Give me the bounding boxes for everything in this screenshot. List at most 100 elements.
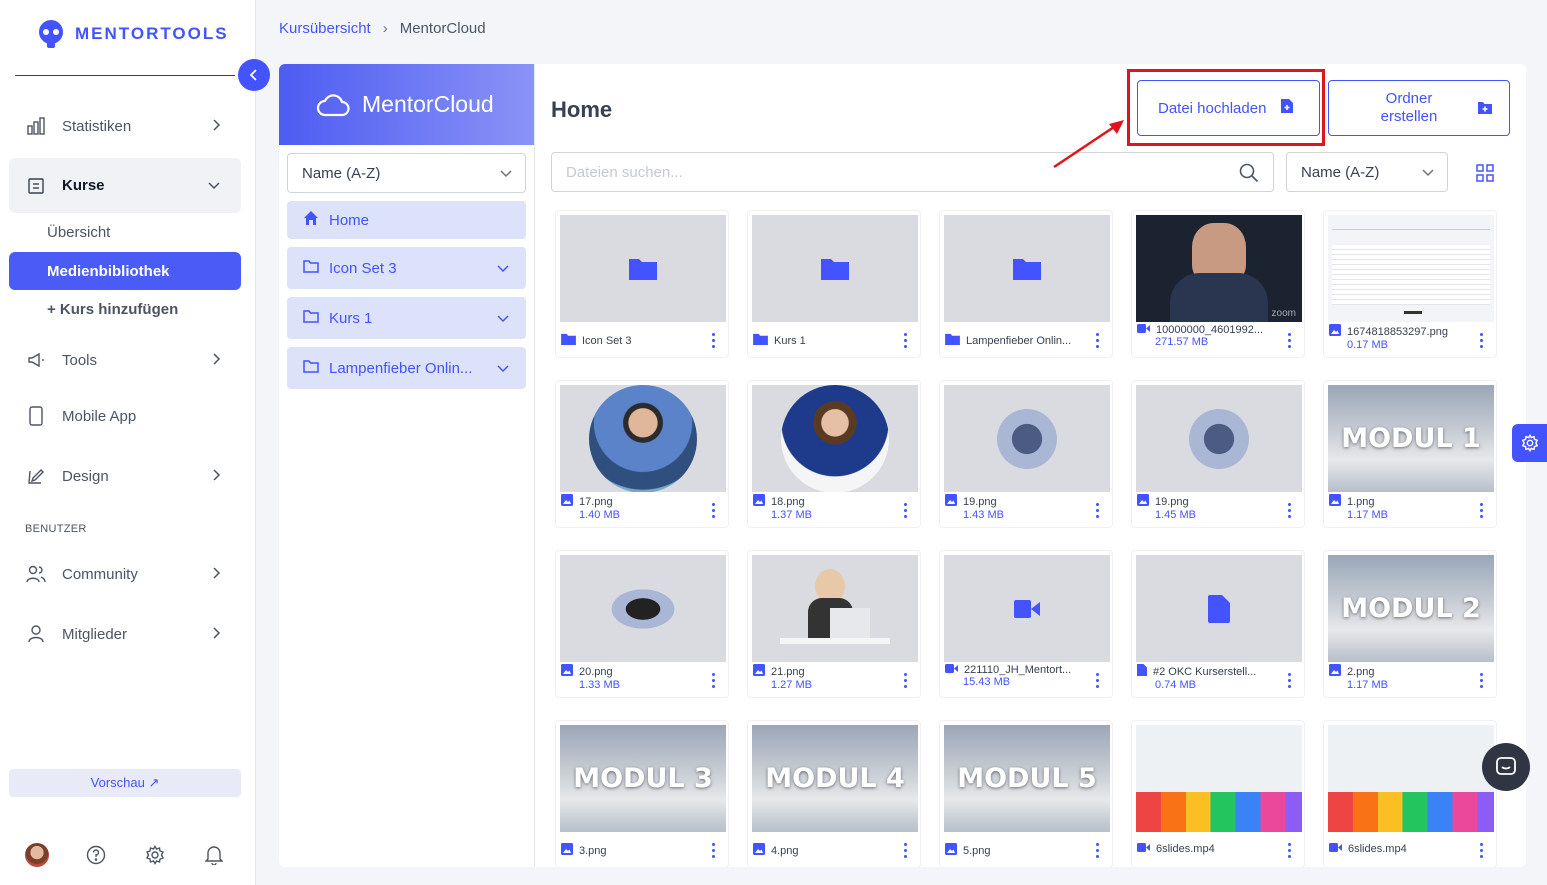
folder-sort-select[interactable]: Name (A-Z) [287, 153, 526, 193]
folder-lampenfieber[interactable]: Lampenfieber Onlin... [287, 347, 526, 389]
file-card[interactable]: MODUL 4 4.png [747, 720, 921, 867]
file-thumbnail[interactable] [560, 385, 726, 492]
file-card[interactable]: 6slides.mp4 [1323, 720, 1497, 867]
sidebar-subitem-uebersicht[interactable]: Übersicht [9, 213, 241, 251]
file-thumbnail[interactable] [1136, 555, 1302, 662]
file-size: 1.40 MB [579, 509, 620, 521]
file-card[interactable]: MODUL 5 5.png [939, 720, 1113, 867]
more-options-icon[interactable] [904, 843, 908, 858]
file-thumbnail[interactable] [944, 385, 1110, 492]
cloud-title: MentorCloud [362, 91, 494, 117]
file-card[interactable]: MODUL 1 1.png 1.17 MB [1323, 380, 1497, 528]
more-options-icon[interactable] [1096, 503, 1100, 518]
file-card[interactable]: 19.png 1.45 MB [1131, 380, 1305, 528]
file-thumbnail[interactable] [560, 215, 726, 322]
folder-kurs-1[interactable]: Kurs 1 [287, 297, 526, 339]
image-type-icon [753, 494, 765, 509]
create-folder-button[interactable]: Ordner erstellen [1328, 80, 1510, 136]
sidebar-item-design[interactable]: Design [9, 452, 241, 500]
file-card[interactable]: Lampenfieber Onlin... [939, 210, 1113, 358]
more-options-icon[interactable] [1480, 843, 1484, 858]
chevron-right-icon [211, 352, 221, 370]
brand-logo[interactable]: MENTORTOOLS [35, 18, 229, 50]
file-thumbnail[interactable] [1136, 385, 1302, 492]
more-options-icon[interactable] [1096, 843, 1100, 858]
more-options-icon[interactable] [1480, 503, 1484, 518]
sidebar-item-community[interactable]: Community [9, 550, 241, 598]
sidebar-item-statistiken[interactable]: Statistiken [9, 102, 241, 150]
file-thumbnail[interactable]: zoom [1136, 215, 1302, 322]
file-card[interactable]: 21.png 1.27 MB [747, 550, 921, 698]
file-thumbnail[interactable] [1328, 215, 1494, 322]
more-options-icon[interactable] [712, 503, 716, 518]
file-card[interactable]: 1674818853297.png 0.17 MB [1323, 210, 1497, 358]
search-input[interactable]: Dateien suchen... [551, 152, 1274, 192]
more-options-icon[interactable] [1480, 673, 1484, 688]
folder-icon-set-3[interactable]: Icon Set 3 [287, 247, 526, 289]
file-card[interactable]: zoom 10000000_4601992... 271.57 MB [1131, 210, 1305, 358]
sidebar-item-mobile-app[interactable]: Mobile App [9, 392, 241, 440]
file-card[interactable]: Icon Set 3 [555, 210, 729, 358]
chevron-down-icon[interactable] [496, 261, 510, 278]
sidebar-subitem-medienbibliothek[interactable]: Medienbibliothek [9, 252, 241, 290]
file-card[interactable]: Kurs 1 [747, 210, 921, 358]
file-thumbnail[interactable] [944, 555, 1110, 662]
chevron-down-icon[interactable] [496, 361, 510, 378]
preview-button[interactable]: Vorschau ↗ [9, 769, 241, 797]
file-card[interactable]: 17.png 1.40 MB [555, 380, 729, 528]
avatar[interactable] [25, 843, 49, 867]
more-options-icon[interactable] [904, 503, 908, 518]
collapse-sidebar-button[interactable] [238, 59, 270, 91]
sidebar-subitem-add-course[interactable]: + Kurs hinzufügen [9, 290, 241, 328]
chat-button[interactable] [1482, 743, 1530, 791]
breadcrumb-link[interactable]: Kursübersicht [279, 20, 371, 37]
file-thumbnail[interactable] [944, 215, 1110, 322]
help-icon[interactable] [84, 843, 108, 867]
file-thumbnail[interactable] [752, 385, 918, 492]
more-options-icon[interactable] [904, 333, 908, 348]
file-card[interactable]: 20.png 1.33 MB [555, 550, 729, 698]
file-card[interactable]: MODUL 2 2.png 1.17 MB [1323, 550, 1497, 698]
file-thumbnail[interactable]: MODUL 3 [560, 725, 726, 832]
file-thumbnail[interactable] [1136, 725, 1302, 832]
more-options-icon[interactable] [712, 333, 716, 348]
more-options-icon[interactable] [1288, 843, 1292, 858]
file-name: #2 OKC Kurserstell... [1153, 665, 1257, 678]
bell-icon[interactable] [202, 843, 226, 867]
more-options-icon[interactable] [1480, 333, 1484, 348]
file-thumbnail[interactable] [560, 555, 726, 662]
file-card[interactable]: #2 OKC Kurserstell... 0.74 MB [1131, 550, 1305, 698]
gear-icon[interactable] [143, 843, 167, 867]
file-card[interactable]: 221110_JH_Mentort... 15.43 MB [939, 550, 1113, 698]
file-thumbnail[interactable] [752, 215, 918, 322]
sidebar-item-label: Kurse [62, 177, 105, 194]
folder-home[interactable]: Home [287, 201, 526, 239]
search-icon[interactable] [1239, 163, 1259, 187]
files-sort-select[interactable]: Name (A-Z) [1286, 152, 1448, 192]
chevron-down-icon[interactable] [496, 311, 510, 328]
more-options-icon[interactable] [712, 843, 716, 858]
sidebar-item-tools[interactable]: Tools [9, 336, 241, 384]
file-thumbnail[interactable]: MODUL 2 [1328, 555, 1494, 662]
more-options-icon[interactable] [1288, 673, 1292, 688]
grid-view-icon[interactable] [1476, 164, 1494, 187]
more-options-icon[interactable] [1096, 333, 1100, 348]
more-options-icon[interactable] [712, 673, 716, 688]
more-options-icon[interactable] [1096, 673, 1100, 688]
settings-float-button[interactable] [1512, 424, 1547, 462]
file-thumbnail[interactable]: MODUL 4 [752, 725, 918, 832]
file-thumbnail[interactable] [752, 555, 918, 662]
more-options-icon[interactable] [904, 673, 908, 688]
file-thumbnail[interactable] [1328, 725, 1494, 832]
sidebar-item-mitglieder[interactable]: Mitglieder [9, 610, 241, 658]
more-options-icon[interactable] [1288, 503, 1292, 518]
more-options-icon[interactable] [1288, 333, 1292, 348]
file-card[interactable]: 19.png 1.43 MB [939, 380, 1113, 528]
file-thumbnail[interactable]: MODUL 1 [1328, 385, 1494, 492]
file-card[interactable]: MODUL 3 3.png [555, 720, 729, 867]
file-card[interactable]: 6slides.mp4 [1131, 720, 1305, 867]
sidebar-item-kurse[interactable]: Kurse [9, 158, 241, 213]
file-thumbnail[interactable]: MODUL 5 [944, 725, 1110, 832]
file-card[interactable]: 18.png 1.37 MB [747, 380, 921, 528]
chevron-right-icon [211, 118, 221, 136]
